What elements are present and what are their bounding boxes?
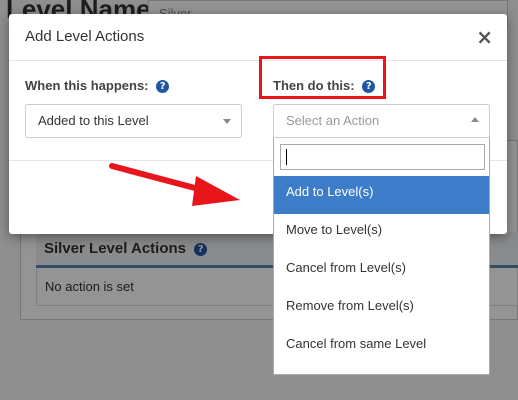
chevron-down-icon <box>223 119 231 124</box>
dropdown-option[interactable]: Move to Level(s) <box>274 214 489 252</box>
dropdown-option[interactable]: Remove from Level(s) <box>274 290 489 328</box>
text-cursor <box>286 149 287 165</box>
close-icon[interactable]: × <box>476 25 493 49</box>
action-select[interactable]: Select an Action <box>273 104 490 138</box>
action-select-placeholder: Select an Action <box>286 113 380 128</box>
dropdown-options: Add to Level(s) Move to Level(s) Cancel fr… <box>274 176 489 374</box>
modal-header: Add Level Actions × <box>9 14 507 61</box>
dropdown-option[interactable]: Cancel from Level(s) <box>274 252 489 290</box>
dropdown-search-input[interactable] <box>280 144 485 170</box>
when-label-text: When this happens: <box>25 78 149 93</box>
help-icon[interactable]: ? <box>156 80 170 93</box>
annotation-highlight-box <box>259 56 386 99</box>
when-select-value: Added to this Level <box>38 113 149 128</box>
dropdown-option[interactable]: Add to ... <box>274 366 489 374</box>
when-select[interactable]: Added to this Level <box>25 104 242 138</box>
action-dropdown: Add to Level(s) Move to Level(s) Cancel fr… <box>273 138 490 375</box>
modal-title: Add Level Actions <box>25 28 145 45</box>
when-label: When this happens: ? <box>25 78 170 93</box>
dropdown-option[interactable]: Cancel from same Level <box>274 328 489 366</box>
chevron-up-icon <box>471 117 479 122</box>
dropdown-option[interactable]: Add to Level(s) <box>274 176 489 214</box>
